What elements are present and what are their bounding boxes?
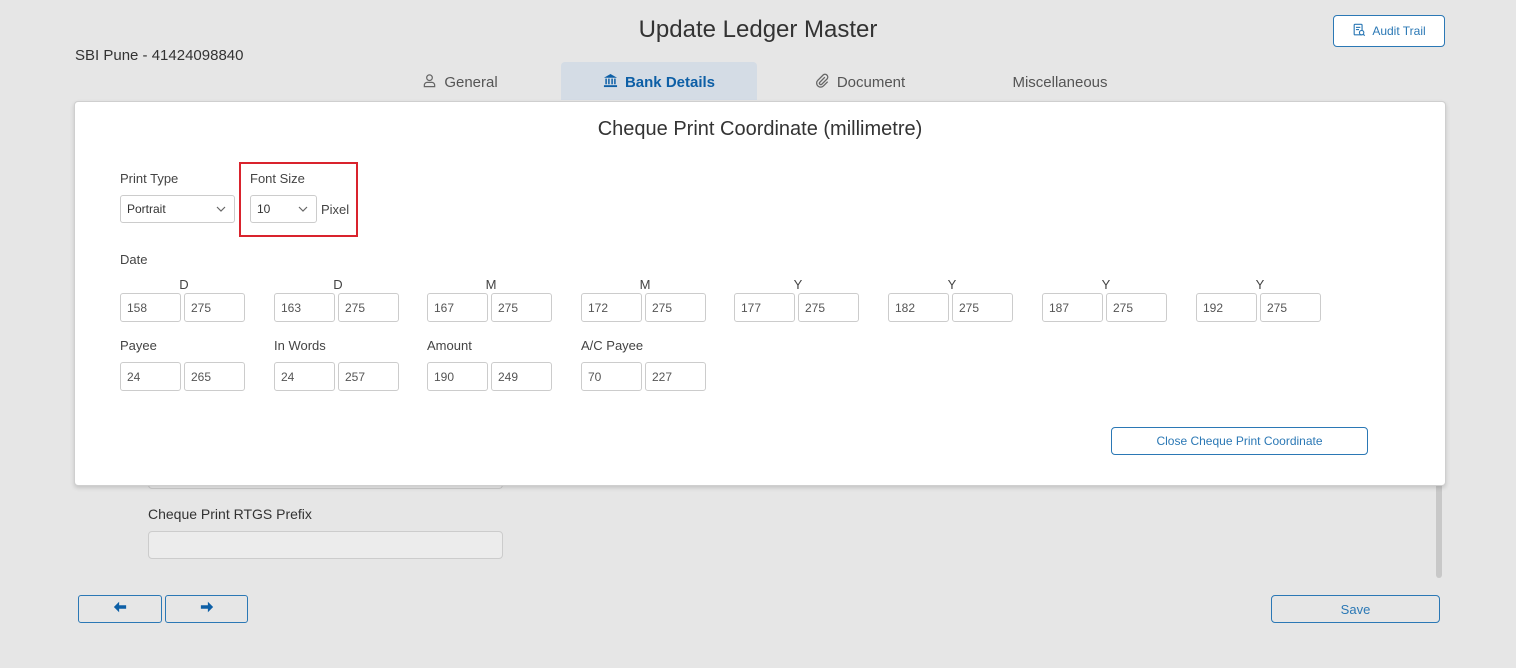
date-d1-y-input[interactable]: 275 bbox=[184, 293, 245, 322]
audit-document-icon bbox=[1352, 23, 1366, 40]
date-letter-y3: Y bbox=[1101, 277, 1111, 292]
panel-scrollbar[interactable] bbox=[1436, 482, 1442, 578]
date-letter-m2: M bbox=[639, 277, 651, 292]
tab-miscellaneous-label: Miscellaneous bbox=[1012, 73, 1108, 91]
payee-y-input[interactable]: 265 bbox=[184, 362, 245, 391]
date-y2-x-input[interactable]: 182 bbox=[888, 293, 949, 322]
date-y1-x-input[interactable]: 177 bbox=[734, 293, 795, 322]
tab-bank-details-label: Bank Details bbox=[624, 73, 716, 91]
ac-payee-x-input[interactable]: 70 bbox=[581, 362, 642, 391]
in-words-x-input[interactable]: 24 bbox=[274, 362, 335, 391]
date-letter-y4: Y bbox=[1255, 277, 1265, 292]
payee-label: Payee bbox=[120, 338, 157, 353]
date-d1-x-input[interactable]: 158 bbox=[120, 293, 181, 322]
date-y4-x-input[interactable]: 192 bbox=[1196, 293, 1257, 322]
tab-document[interactable]: Document bbox=[800, 62, 920, 102]
in-words-label: In Words bbox=[274, 338, 326, 353]
bank-icon bbox=[603, 73, 618, 92]
print-type-label: Print Type bbox=[120, 171, 179, 186]
audit-trail-button[interactable]: Audit Trail bbox=[1333, 15, 1445, 47]
page-title: Update Ledger Master bbox=[638, 16, 878, 43]
audit-trail-label: Audit Trail bbox=[1372, 24, 1426, 38]
tab-document-label: Document bbox=[836, 73, 906, 91]
date-y4-y-input[interactable]: 275 bbox=[1260, 293, 1321, 322]
previous-button[interactable] bbox=[78, 595, 162, 623]
date-y3-y-input[interactable]: 275 bbox=[1106, 293, 1167, 322]
ac-payee-y-input[interactable]: 227 bbox=[645, 362, 706, 391]
date-letter-y1: Y bbox=[793, 277, 803, 292]
date-y3-x-input[interactable]: 187 bbox=[1042, 293, 1103, 322]
date-d2-x-input[interactable]: 163 bbox=[274, 293, 335, 322]
date-y1-y-input[interactable]: 275 bbox=[798, 293, 859, 322]
date-label: Date bbox=[120, 252, 148, 267]
paperclip-icon bbox=[815, 73, 830, 92]
date-m2-x-input[interactable]: 172 bbox=[581, 293, 642, 322]
print-type-value: Portrait bbox=[127, 202, 166, 216]
font-size-label: Font Size bbox=[250, 171, 305, 186]
tab-general-label: General bbox=[444, 73, 498, 91]
date-m2-y-input[interactable]: 275 bbox=[645, 293, 706, 322]
date-m1-x-input[interactable]: 167 bbox=[427, 293, 488, 322]
date-letter-y2: Y bbox=[947, 277, 957, 292]
font-size-select[interactable]: 10 bbox=[250, 195, 317, 223]
date-letter-d1: D bbox=[179, 277, 189, 292]
rtgs-prefix-label: Cheque Print RTGS Prefix bbox=[148, 506, 312, 522]
tab-bar: General Bank Details Document Miscellane… bbox=[0, 62, 1516, 102]
amount-label: Amount bbox=[427, 338, 472, 353]
next-button[interactable] bbox=[165, 595, 248, 623]
font-size-value: 10 bbox=[257, 202, 271, 216]
date-m1-y-input[interactable]: 275 bbox=[491, 293, 552, 322]
arrow-right-icon bbox=[200, 600, 214, 619]
tab-bank-details[interactable]: Bank Details bbox=[561, 62, 757, 102]
date-d2-y-input[interactable]: 275 bbox=[338, 293, 399, 322]
rtgs-prefix-input[interactable] bbox=[148, 531, 503, 559]
tab-general[interactable]: General bbox=[405, 62, 515, 102]
print-type-select[interactable]: Portrait bbox=[120, 195, 235, 223]
ac-payee-label: A/C Payee bbox=[581, 338, 644, 353]
close-cheque-print-coordinate-button[interactable]: Close Cheque Print Coordinate bbox=[1111, 427, 1368, 455]
date-y2-y-input[interactable]: 275 bbox=[952, 293, 1013, 322]
arrow-left-icon bbox=[113, 600, 127, 619]
user-icon bbox=[422, 73, 437, 92]
date-letter-d2: D bbox=[333, 277, 343, 292]
modal-title: Cheque Print Coordinate (millimetre) bbox=[597, 118, 923, 140]
in-words-y-input[interactable]: 257 bbox=[338, 362, 399, 391]
save-button[interactable]: Save bbox=[1271, 595, 1440, 623]
payee-x-input[interactable]: 24 bbox=[120, 362, 181, 391]
tab-miscellaneous[interactable]: Miscellaneous bbox=[995, 62, 1125, 102]
amount-x-input[interactable]: 190 bbox=[427, 362, 488, 391]
date-letter-m1: M bbox=[485, 277, 497, 292]
amount-y-input[interactable]: 249 bbox=[491, 362, 552, 391]
cheque-print-coordinate-modal: Cheque Print Coordinate (millimetre) Pri… bbox=[74, 101, 1446, 486]
font-size-unit: Pixel bbox=[321, 202, 350, 217]
